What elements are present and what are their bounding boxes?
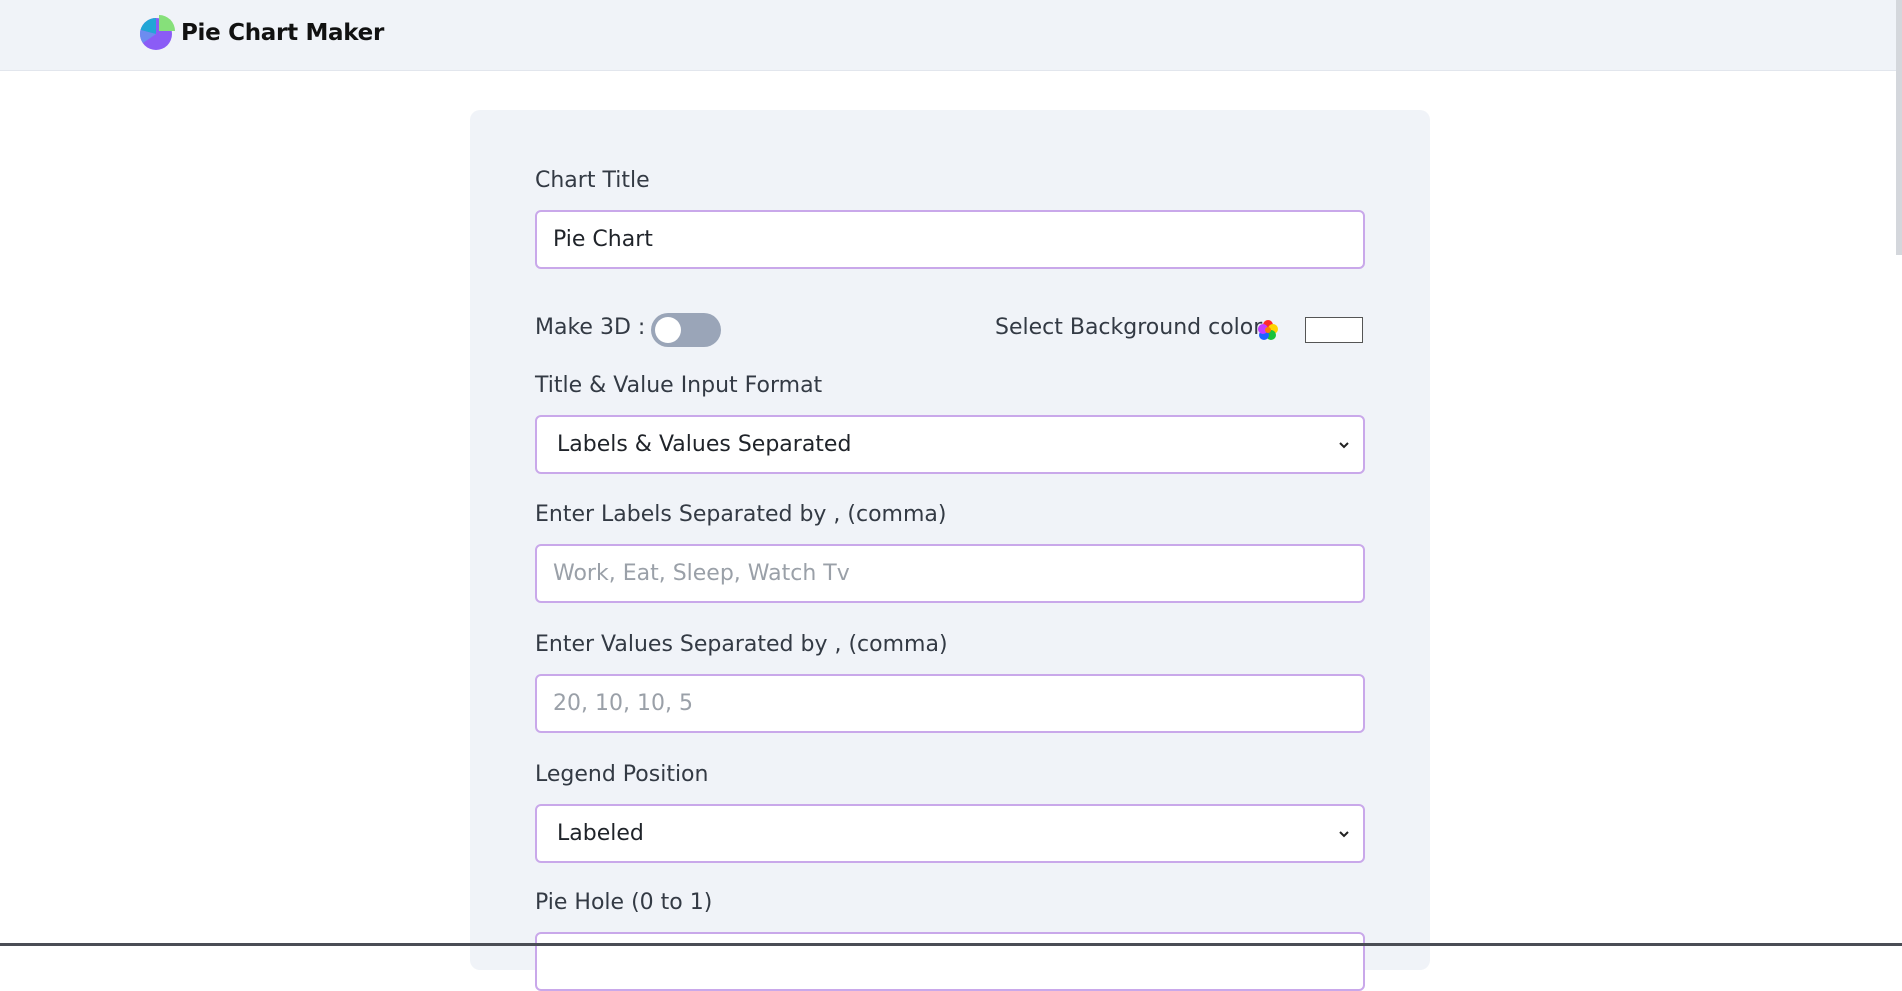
make-3d-label: Make 3D :: [535, 315, 645, 340]
toggle-knob: [655, 317, 681, 343]
brand-logo-link[interactable]: Pie Chart Maker: [139, 15, 384, 51]
input-format-select[interactable]: Labels & Values Separated: [535, 415, 1365, 474]
pie-hole-label: Pie Hole (0 to 1): [535, 890, 1365, 915]
chart-title-input[interactable]: Pie Chart: [535, 210, 1365, 269]
values-field-label: Enter Values Separated by , (comma): [535, 632, 1365, 657]
values-input[interactable]: 20, 10, 10, 5: [535, 674, 1365, 733]
pie-hole-input[interactable]: [535, 932, 1365, 991]
chevron-down-icon: [1337, 438, 1351, 452]
background-color-swatch[interactable]: [1305, 317, 1363, 343]
chart-title-label: Chart Title: [535, 168, 1365, 193]
input-format-label: Title & Value Input Format: [535, 373, 1365, 398]
legend-position-select[interactable]: Labeled: [535, 804, 1365, 863]
chart-settings-panel: Chart Title Pie Chart Make 3D : Select B…: [470, 110, 1430, 970]
labels-input[interactable]: Work, Eat, Sleep, Watch Tv: [535, 544, 1365, 603]
chevron-down-icon: [1337, 827, 1351, 841]
background-color-label: Select Background color:: [995, 315, 1269, 340]
pie-chart-logo-icon: [139, 15, 175, 51]
scrollbar[interactable]: [1896, 0, 1902, 255]
legend-position-label: Legend Position: [535, 762, 1365, 787]
color-palette-icon: [1257, 319, 1279, 341]
input-format-selected: Labels & Values Separated: [557, 432, 851, 457]
top-navbar: Pie Chart Maker: [0, 0, 1902, 71]
brand-name: Pie Chart Maker: [181, 20, 384, 46]
labels-field-label: Enter Labels Separated by , (comma): [535, 502, 1365, 527]
legend-position-selected: Labeled: [557, 821, 644, 846]
make-3d-toggle[interactable]: [651, 313, 721, 347]
